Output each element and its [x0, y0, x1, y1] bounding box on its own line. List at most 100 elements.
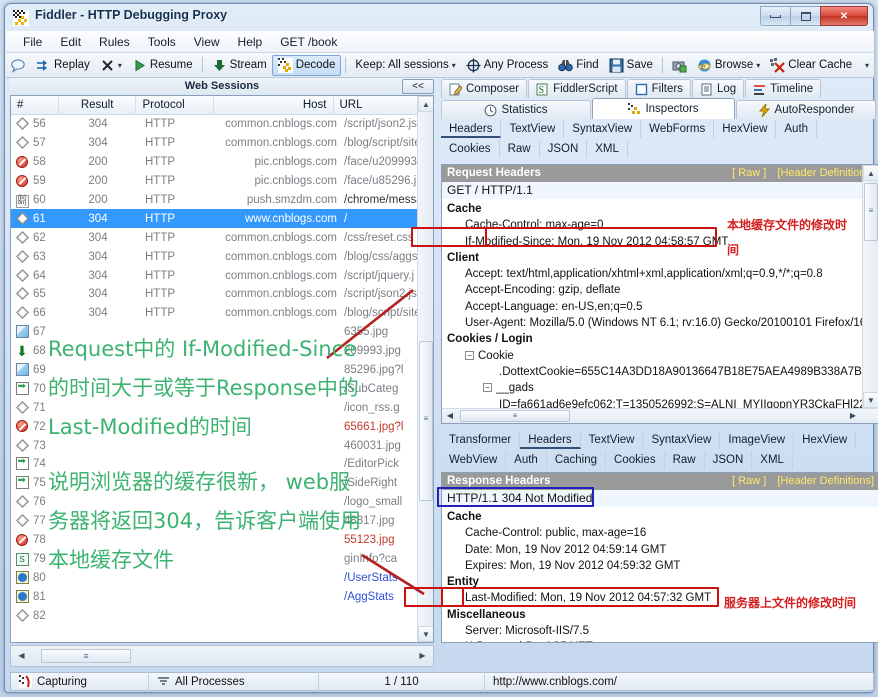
collapse-panel-button[interactable]: <<	[402, 79, 434, 94]
minimize-button[interactable]	[760, 6, 791, 26]
browse-dropdown-caret[interactable]: ▾	[756, 61, 760, 70]
response-headers-panel[interactable]: Response Headers [ Raw ] [Header Definit…	[441, 472, 878, 643]
session-row[interactable]: 66304HTTPcommon.cnblogs.com/blog/script/…	[11, 304, 433, 323]
comment-button[interactable]	[6, 55, 31, 76]
toolbar-overflow-button[interactable]: ▾	[860, 55, 874, 76]
tab-autoresponder[interactable]: AutoResponder	[736, 100, 876, 119]
screenshot-button[interactable]	[667, 55, 692, 76]
subtab-res-raw[interactable]: Raw	[665, 451, 705, 469]
subtab-req-auth[interactable]: Auth	[776, 120, 817, 138]
expander-toggle-icon[interactable]: −	[465, 351, 474, 360]
menu-view[interactable]: View	[185, 33, 229, 51]
column-header-num[interactable]: #	[11, 96, 59, 115]
maximize-button[interactable]	[790, 6, 821, 26]
expander-toggle-icon[interactable]: −	[483, 383, 492, 392]
subtab-res-transformer[interactable]: Transformer	[441, 431, 520, 449]
session-row[interactable]: 58200HTTPpic.cnblogs.com/face/u209993.jp…	[11, 153, 433, 172]
tab-composer[interactable]: Composer	[441, 79, 527, 98]
subtab-req-raw[interactable]: Raw	[500, 140, 540, 158]
subtab-res-syntaxview[interactable]: SyntaxView	[643, 431, 720, 449]
session-row[interactable]: 56304HTTPcommon.cnblogs.com/script/json2…	[11, 115, 433, 134]
session-row[interactable]: 81/AggStats	[11, 587, 433, 606]
req-hscroll-right-arrow-icon[interactable]: ▶	[846, 410, 860, 422]
subtab-res-json[interactable]: JSON	[705, 451, 753, 469]
menu-help[interactable]: Help	[229, 33, 272, 51]
subtab-req-cookies[interactable]: Cookies	[441, 140, 500, 158]
tab-inspectors[interactable]: Inspectors	[592, 98, 735, 119]
request-vertical-scrollbar[interactable]: ▲ ▼ ≡	[862, 165, 878, 408]
tab-filters[interactable]: Filters	[627, 79, 691, 98]
hscroll-right-arrow-icon[interactable]: ▶	[415, 649, 430, 663]
scroll-down-arrow-icon[interactable]: ▼	[418, 626, 434, 642]
request-hscroll-thumb[interactable]: ≡	[460, 410, 570, 422]
session-row[interactable]: 64304HTTPcommon.cnblogs.com/script/jquer…	[11, 266, 433, 285]
request-headers-panel[interactable]: Request Headers [ Raw ] [Header Definiti…	[441, 164, 878, 424]
sessions-horizontal-scrollbar[interactable]: ◀ ≡ ▶	[10, 645, 434, 667]
subtab-req-xml[interactable]: XML	[587, 140, 628, 158]
menu-file[interactable]: File	[14, 33, 51, 51]
status-capturing[interactable]: Capturing	[11, 672, 149, 691]
resume-button[interactable]: Resume	[127, 55, 198, 76]
request-raw-link[interactable]: [ Raw ]	[732, 167, 766, 179]
session-row[interactable]: 62304HTTPcommon.cnblogs.com/css/reset.cs…	[11, 228, 433, 247]
subtab-req-json[interactable]: JSON	[540, 140, 588, 158]
request-scroll-thumb[interactable]: ≡	[864, 183, 878, 241]
session-row[interactable]: 82	[11, 606, 433, 622]
response-defs-link[interactable]: [Header Definitions]	[777, 475, 874, 487]
keep-sessions-dropdown[interactable]: Keep: All sessions ▾	[350, 55, 460, 76]
tab-timeline[interactable]: Timeline	[745, 79, 821, 98]
stream-button[interactable]: Stream	[207, 55, 272, 76]
sessions-vertical-scrollbar[interactable]: ▲ ▼ ≡	[417, 96, 433, 642]
decode-button[interactable]: Decode	[272, 55, 342, 76]
browse-button[interactable]: e Browse ▾	[692, 55, 765, 76]
session-row[interactable]: 57304HTTPcommon.cnblogs.com/blog/script/…	[11, 134, 433, 153]
subtab-req-headers[interactable]: Headers	[441, 120, 501, 138]
req-scroll-up-arrow-icon[interactable]: ▲	[863, 165, 878, 181]
session-row[interactable]: 63304HTTPcommon.cnblogs.com/blog/css/agg…	[11, 247, 433, 266]
subtab-req-textview[interactable]: TextView	[501, 120, 564, 138]
subtab-res-textview[interactable]: TextView	[581, 431, 644, 449]
column-header-host[interactable]: Host	[214, 96, 333, 115]
response-raw-link[interactable]: [ Raw ]	[732, 475, 766, 487]
subtab-res-imageview[interactable]: ImageView	[720, 431, 794, 449]
remove-dropdown-caret[interactable]: ▾	[118, 61, 122, 70]
column-header-result[interactable]: Result	[59, 96, 137, 115]
sessions-scroll-thumb[interactable]: ≡	[419, 341, 433, 501]
replay-button[interactable]: Replay	[31, 55, 95, 76]
request-horizontal-scrollbar[interactable]: ◀ ≡ ▶	[442, 408, 878, 423]
subtab-req-hexview[interactable]: HexView	[714, 120, 776, 138]
subtab-res-cookies[interactable]: Cookies	[606, 451, 665, 469]
subtab-res-webview[interactable]: WebView	[441, 451, 506, 469]
subtab-req-syntaxview[interactable]: SyntaxView	[564, 120, 641, 138]
subtab-res-auth[interactable]: Auth	[506, 451, 547, 469]
menu-get-book[interactable]: GET /book	[271, 33, 346, 51]
tab-log[interactable]: Log	[692, 79, 744, 98]
status-processes[interactable]: All Processes	[149, 672, 319, 691]
find-button[interactable]: Find	[553, 55, 603, 76]
session-row[interactable]: 59200HTTPpic.cnblogs.com/face/u85296.jpg…	[11, 172, 433, 191]
menu-edit[interactable]: Edit	[51, 33, 90, 51]
remove-button[interactable]: ▾	[95, 55, 127, 76]
scroll-up-arrow-icon[interactable]: ▲	[418, 96, 434, 112]
menu-tools[interactable]: Tools	[139, 33, 185, 51]
subtab-res-headers[interactable]: Headers	[520, 431, 580, 449]
clear-cache-button[interactable]: Clear Cache	[765, 55, 857, 76]
menu-rules[interactable]: Rules	[90, 33, 139, 51]
sessions-hscroll-thumb[interactable]: ≡	[41, 649, 131, 663]
save-button[interactable]: Save	[604, 55, 658, 76]
request-defs-link[interactable]: [Header Definitions]	[777, 167, 874, 179]
session-row[interactable]: 65304HTTPcommon.cnblogs.com/script/json2…	[11, 285, 433, 304]
any-process-button[interactable]: Any Process	[461, 55, 554, 76]
hscroll-left-arrow-icon[interactable]: ◀	[14, 649, 29, 663]
req-scroll-down-arrow-icon[interactable]: ▼	[863, 392, 878, 408]
tab-statistics[interactable]: Statistics	[441, 100, 591, 119]
req-hscroll-left-arrow-icon[interactable]: ◀	[443, 410, 457, 422]
tab-fiddlerscript[interactable]: S FiddlerScript	[528, 79, 626, 98]
session-row[interactable]: {js}on}60200HTTPpush.smzdm.com/chrome/me…	[11, 191, 433, 210]
chevron-down-icon[interactable]: ▾	[452, 61, 456, 70]
subtab-res-caching[interactable]: Caching	[547, 451, 606, 469]
column-header-protocol[interactable]: Protocol	[136, 96, 214, 115]
close-button[interactable]: ✕	[820, 6, 868, 26]
subtab-res-hexview[interactable]: HexView	[794, 431, 856, 449]
subtab-res-xml[interactable]: XML	[752, 451, 793, 469]
